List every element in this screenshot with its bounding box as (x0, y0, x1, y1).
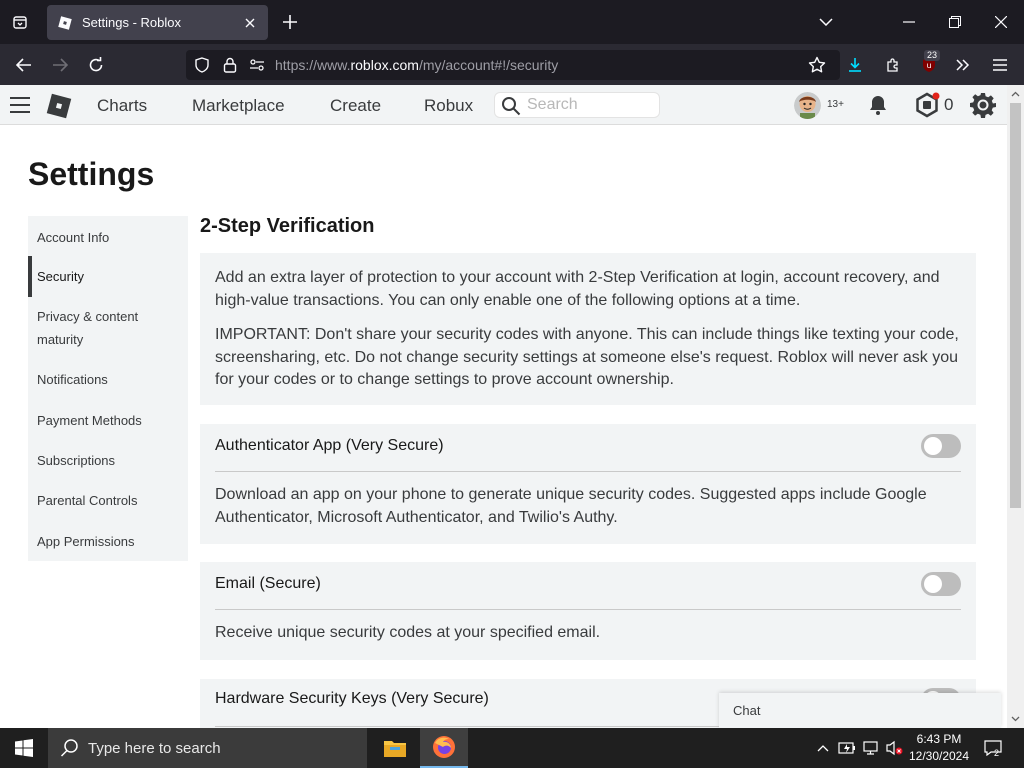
bookmark-star-icon[interactable] (804, 52, 830, 78)
nav-marketplace-link[interactable]: Marketplace (192, 96, 285, 116)
email-option-card: Email (Secure) Receive unique security c… (200, 562, 976, 660)
volume-muted-icon[interactable] (885, 738, 905, 758)
lock-icon[interactable] (221, 56, 239, 74)
taskbar-clock[interactable]: 6:43 PM 12/30/2024 (904, 731, 974, 765)
back-arrow-icon[interactable] (11, 52, 37, 78)
reload-icon[interactable] (83, 52, 109, 78)
search-box (494, 92, 660, 118)
site-permissions-icon[interactable] (248, 56, 266, 74)
scroll-up-arrow-icon[interactable] (1010, 88, 1021, 99)
sidebar-item-subscriptions[interactable]: Subscriptions (28, 449, 188, 472)
tracking-protection-shield-icon[interactable] (193, 56, 211, 74)
search-input[interactable] (527, 95, 655, 115)
taskbar-search-box[interactable]: Type here to search (48, 728, 367, 768)
roblox-header: Charts Marketplace Create Robux 13+ 0 (0, 85, 1007, 125)
more-tools-chevrons-icon[interactable] (950, 52, 976, 78)
page-scrollbar[interactable] (1007, 85, 1024, 728)
sidebar-item-payment-methods[interactable]: Payment Methods (28, 409, 188, 432)
close-window-icon[interactable] (983, 8, 1019, 36)
network-icon[interactable] (861, 738, 881, 758)
intro-card: Add an extra layer of protection to your… (200, 253, 976, 405)
email-toggle[interactable] (921, 572, 961, 596)
chat-panel[interactable]: Chat (719, 693, 1001, 728)
notifications-bell-icon[interactable] (865, 92, 891, 118)
authenticator-option-card: Authenticator App (Very Secure) Download… (200, 424, 976, 544)
robux-balance[interactable]: 0 (944, 95, 953, 115)
svg-text:u: u (926, 61, 931, 70)
clock-time: 6:43 PM (916, 732, 962, 746)
windows-start-icon[interactable] (0, 728, 48, 768)
intro-text: Add an extra layer of protection to your… (215, 269, 940, 309)
url-text: https://www.roblox.com/my/account#!/secu… (275, 57, 559, 73)
forward-arrow-icon[interactable] (47, 52, 73, 78)
tab-title: Settings - Roblox (82, 15, 181, 30)
authenticator-option-header: Authenticator App (Very Secure) (215, 424, 961, 472)
browser-tab-bar: Settings - Roblox (0, 0, 1024, 44)
age-badge: 13+ (827, 99, 844, 110)
two-step-verification-heading: 2-Step Verification (200, 215, 375, 237)
sidebar-item-account-info[interactable]: Account Info (28, 226, 188, 249)
authenticator-toggle[interactable] (921, 434, 961, 458)
browser-nav-bar: https://www.roblox.com/my/account#!/secu… (0, 44, 1024, 85)
email-option-description: Receive unique security codes at your sp… (215, 624, 601, 641)
battery-plugged-icon[interactable] (837, 738, 857, 758)
tab-overflow-chevron-icon[interactable] (808, 8, 844, 36)
important-warning-text: IMPORTANT: Don't share your security cod… (215, 326, 959, 388)
authenticator-option-description: Download an app on your phone to generat… (215, 486, 927, 526)
browser-tab-settings[interactable]: Settings - Roblox (47, 5, 268, 40)
sidebar-item-parental-controls[interactable]: Parental Controls (28, 489, 188, 512)
robux-icon[interactable] (914, 92, 940, 118)
file-explorer-icon[interactable] (371, 728, 419, 768)
taskbar-search-icon (60, 739, 78, 757)
clock-date: 12/30/2024 (908, 749, 970, 763)
sidebar-item-privacy[interactable]: Privacy & content maturity (28, 305, 168, 351)
avatar[interactable] (794, 92, 821, 119)
menu-hamburger-icon[interactable] (10, 96, 30, 114)
sidebar-item-security[interactable]: Security (28, 256, 188, 297)
nav-create-link[interactable]: Create (330, 96, 381, 116)
search-icon (502, 97, 521, 116)
tray-overflow-chevron-icon[interactable] (813, 738, 833, 758)
taskbar-search-placeholder: Type here to search (88, 740, 221, 757)
action-center-notification-icon[interactable] (983, 738, 1003, 758)
sidebar-item-app-permissions[interactable]: App Permissions (28, 530, 188, 553)
downloads-icon[interactable] (842, 52, 868, 78)
email-option-label: Email (Secure) (215, 575, 321, 592)
email-option-header: Email (Secure) (215, 562, 961, 610)
scroll-down-arrow-icon[interactable] (1010, 713, 1021, 724)
notification-count: 2 (994, 748, 1000, 758)
hardware-keys-option-label: Hardware Security Keys (Very Secure) (215, 690, 489, 707)
roblox-logo-icon[interactable] (45, 92, 73, 120)
minimize-window-icon[interactable] (891, 8, 927, 36)
nav-charts-link[interactable]: Charts (97, 96, 147, 116)
roblox-favicon-icon (57, 15, 73, 31)
app-menu-icon[interactable] (987, 52, 1013, 78)
close-tab-icon[interactable] (242, 15, 258, 31)
address-bar[interactable]: https://www.roblox.com/my/account#!/secu… (186, 50, 840, 80)
page-title: Settings (28, 156, 155, 192)
extension-badge-count: 23 (924, 50, 941, 61)
extensions-puzzle-icon[interactable] (880, 52, 906, 78)
nav-robux-link[interactable]: Robux (424, 96, 473, 116)
list-all-tabs-icon[interactable] (6, 8, 34, 36)
restore-window-icon[interactable] (937, 8, 973, 36)
settings-sidebar: Account Info Security Privacy & content … (28, 216, 188, 561)
scrollbar-thumb[interactable] (1010, 103, 1021, 508)
windows-taskbar: Type here to search 6:43 PM 12/30/2024 2 (0, 728, 1024, 768)
firefox-taskbar-icon[interactable] (420, 728, 468, 768)
new-tab-icon[interactable] (278, 10, 302, 34)
settings-gear-icon[interactable] (970, 92, 996, 118)
authenticator-option-label: Authenticator App (Very Secure) (215, 437, 444, 454)
sidebar-item-notifications[interactable]: Notifications (28, 368, 188, 391)
chat-label: Chat (733, 703, 761, 718)
